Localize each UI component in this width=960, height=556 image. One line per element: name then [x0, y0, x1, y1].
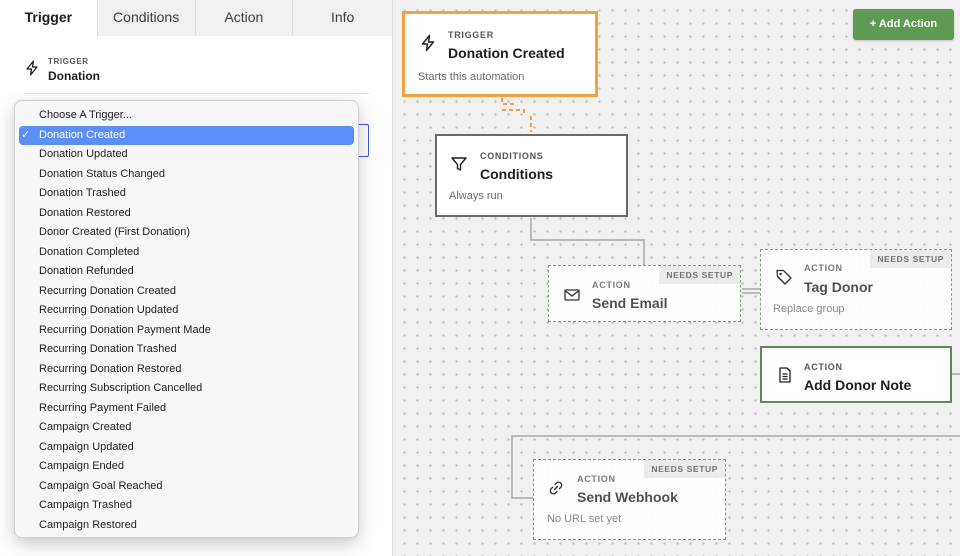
node-title: Tag Donor	[804, 279, 873, 295]
option-label: Campaign Ended	[39, 460, 125, 472]
checkmark-icon: ✓	[21, 128, 31, 141]
node-subtitle: Always run	[449, 190, 503, 202]
node-title: Send Webhook	[577, 489, 678, 505]
trigger-option[interactable]: Donor Created (First Donation)	[19, 223, 354, 243]
node-subtitle: Replace group	[773, 303, 845, 315]
filter-icon	[451, 157, 467, 171]
option-label: Donation Refunded	[39, 265, 134, 277]
trigger-option[interactable]: Recurring Subscription Cancelled	[19, 379, 354, 399]
send-email-node[interactable]: NEEDS SETUP ACTION Send Email	[548, 265, 741, 322]
trigger-category: Donation	[48, 69, 100, 83]
trigger-option[interactable]: Campaign Updated	[19, 438, 354, 458]
node-kicker: TRIGGER	[448, 30, 494, 40]
option-label: Campaign Created	[39, 421, 132, 433]
trigger-option[interactable]: Recurring Donation Payment Made	[19, 321, 354, 341]
option-label: Recurring Subscription Cancelled	[39, 382, 203, 394]
option-label: Donation Completed	[39, 245, 140, 258]
trigger-option[interactable]: Recurring Donation Created	[19, 282, 354, 302]
option-label: Recurring Donation Restored	[39, 362, 182, 375]
trigger-option[interactable]: Campaign Trashed	[19, 496, 354, 516]
trigger-option[interactable]: Recurring Donation Trashed	[19, 340, 354, 360]
tab-conditions[interactable]: Conditions	[97, 0, 196, 36]
conditions-node[interactable]: CONDITIONS Conditions Always run	[435, 134, 628, 217]
option-label: Recurring Donation Updated	[39, 304, 179, 316]
option-label: Donation Status Changed	[39, 167, 165, 180]
trigger-node[interactable]: TRIGGER Donation Created Starts this aut…	[402, 11, 598, 97]
trigger-option[interactable]: Recurring Payment Failed	[19, 399, 354, 419]
trigger-option[interactable]: Donation Restored	[19, 204, 354, 224]
workflow-canvas[interactable]: + Add Action TRIGGER Donation Created St…	[394, 0, 960, 556]
node-kicker: ACTION	[592, 280, 631, 290]
add-donor-note-node[interactable]: ACTION Add Donor Note	[760, 346, 952, 403]
option-label: Choose A Trigger...	[39, 109, 132, 121]
mail-icon	[564, 289, 580, 301]
option-label: Recurring Donation Trashed	[39, 343, 177, 355]
bolt-icon	[421, 34, 435, 52]
trigger-option[interactable]: Campaign Goal Reached	[19, 477, 354, 497]
trigger-option[interactable]: Recurring Donation Restored	[19, 360, 354, 380]
send-webhook-node[interactable]: NEEDS SETUP ACTION Send Webhook No URL s…	[533, 459, 726, 540]
option-label: Recurring Donation Payment Made	[39, 323, 211, 336]
node-kicker: CONDITIONS	[480, 151, 544, 161]
node-kicker: ACTION	[804, 263, 843, 273]
option-label: Donation Restored	[39, 206, 131, 219]
tab-action[interactable]: Action	[195, 0, 294, 36]
needs-setup-badge: NEEDS SETUP	[870, 250, 951, 268]
tab-trigger[interactable]: Trigger	[0, 0, 98, 36]
bolt-icon	[26, 60, 38, 76]
option-label: Donation Created	[39, 128, 126, 141]
node-title: Send Email	[592, 295, 668, 311]
trigger-option[interactable]: Donation Completed	[19, 243, 354, 263]
needs-setup-badge: NEEDS SETUP	[659, 266, 740, 284]
option-label: Donor Created (First Donation)	[39, 226, 191, 238]
trigger-option[interactable]: Donation Status Changed	[19, 165, 354, 185]
trigger-option[interactable]: Campaign Restored	[19, 516, 354, 536]
node-kicker: ACTION	[804, 362, 843, 372]
tag-icon	[776, 269, 792, 285]
option-label: Campaign Trashed	[39, 499, 132, 511]
node-kicker: ACTION	[577, 474, 616, 484]
add-action-button[interactable]: + Add Action	[853, 9, 954, 40]
trigger-option[interactable]: Donation Updated	[19, 145, 354, 165]
trigger-option[interactable]: Donation Refunded	[19, 262, 354, 282]
option-label: Recurring Donation Created	[39, 284, 176, 297]
trigger-kicker: TRIGGER	[48, 57, 89, 66]
needs-setup-badge: NEEDS SETUP	[644, 460, 725, 478]
node-title: Donation Created	[448, 45, 565, 61]
node-title: Add Donor Note	[804, 377, 912, 393]
node-title: Conditions	[480, 166, 554, 182]
option-label: Campaign Restored	[39, 518, 137, 531]
tab-info[interactable]: Info	[293, 0, 392, 36]
option-label: Campaign Updated	[39, 440, 134, 453]
settings-panel: Trigger Conditions Action Info TRIGGER D…	[0, 0, 393, 556]
node-subtitle: No URL set yet	[547, 513, 622, 525]
trigger-dropdown-list: Choose A Trigger... ✓ Donation Created Dona…	[14, 100, 359, 538]
option-label: Donation Updated	[39, 148, 128, 160]
option-label: Recurring Payment Failed	[39, 401, 167, 414]
link-icon	[549, 481, 563, 495]
note-icon	[779, 367, 791, 383]
panel-tabs: Trigger Conditions Action Info	[0, 0, 392, 36]
trigger-option[interactable]: ✓ Donation Created	[19, 125, 354, 145]
trigger-option[interactable]: Campaign Ended	[19, 457, 354, 477]
trigger-header: TRIGGER Donation	[24, 56, 369, 94]
node-subtitle: Starts this automation	[418, 71, 525, 83]
trigger-option[interactable]: Donation Trashed	[19, 184, 354, 204]
tag-donor-node[interactable]: NEEDS SETUP ACTION Tag Donor Replace gro…	[760, 249, 952, 330]
option-label: Campaign Goal Reached	[39, 479, 163, 492]
option-label: Donation Trashed	[39, 187, 126, 199]
trigger-option[interactable]: Choose A Trigger...	[19, 106, 354, 126]
trigger-option[interactable]: Recurring Donation Updated	[19, 301, 354, 321]
trigger-option[interactable]: Campaign Created	[19, 418, 354, 438]
